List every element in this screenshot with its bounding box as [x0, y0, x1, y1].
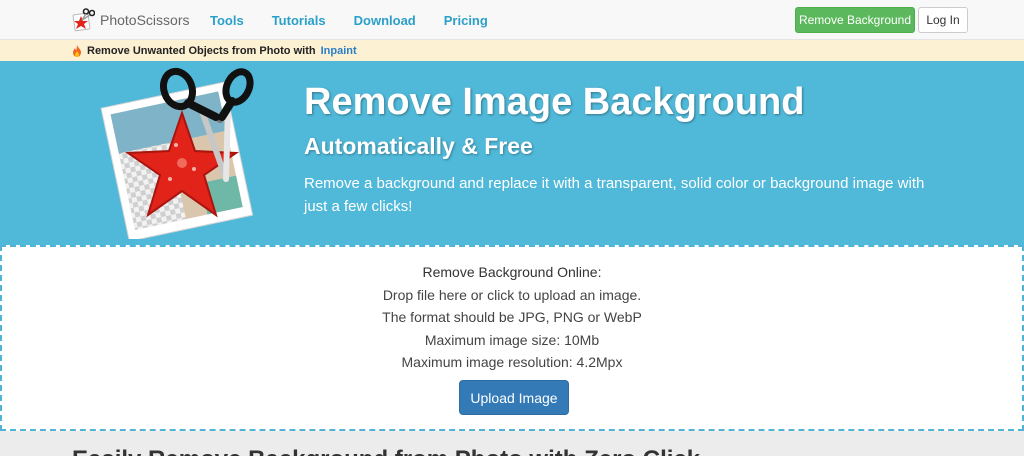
remove-background-button[interactable]: Remove Background: [795, 7, 915, 33]
hero-description: Remove a background and replace it with …: [304, 175, 925, 215]
section-heading: Easily Remove Background from Photo with…: [72, 446, 700, 456]
nav-link-tools[interactable]: Tools: [210, 13, 244, 28]
upload-resolution-limit: Maximum image resolution: 4.2Mpx: [401, 354, 623, 370]
photo-scissors-illustration: [100, 67, 254, 239]
top-navbar: PhotoScissors Tools Tutorials Download P…: [0, 0, 1024, 40]
scissors-star-logo-icon: [72, 8, 95, 32]
upload-format-info: The format should be JPG, PNG or WebP: [382, 309, 642, 325]
upload-heading: Remove Background Online:: [422, 264, 602, 280]
promo-banner: Remove Unwanted Objects from Photo with …: [0, 40, 1024, 61]
flame-icon: [73, 44, 81, 57]
brand-name: PhotoScissors: [100, 12, 190, 28]
main-nav: Tools Tutorials Download Pricing: [210, 0, 516, 40]
nav-link-download[interactable]: Download: [354, 13, 416, 28]
upload-dropzone[interactable]: Remove Background Online: Drop file here…: [0, 245, 1024, 431]
upload-instruction: Drop file here or click to upload an ima…: [382, 287, 642, 303]
nav-link-tutorials[interactable]: Tutorials: [272, 13, 326, 28]
promo-text: Remove Unwanted Objects from Photo with: [87, 44, 316, 57]
hero-banner: Remove Image Background Automatically & …: [0, 61, 1024, 245]
hero-title: Remove Image Background: [304, 81, 805, 123]
nav-link-pricing[interactable]: Pricing: [444, 13, 488, 28]
login-button[interactable]: Log In: [918, 7, 968, 33]
promo-inpaint-link[interactable]: Inpaint: [321, 45, 357, 57]
upload-image-button[interactable]: Upload Image: [459, 380, 569, 415]
brand-link[interactable]: PhotoScissors: [71, 7, 189, 33]
hero-subtitle: Automatically & Free: [304, 133, 533, 159]
upload-size-limit: Maximum image size: 10Mb: [424, 332, 600, 348]
